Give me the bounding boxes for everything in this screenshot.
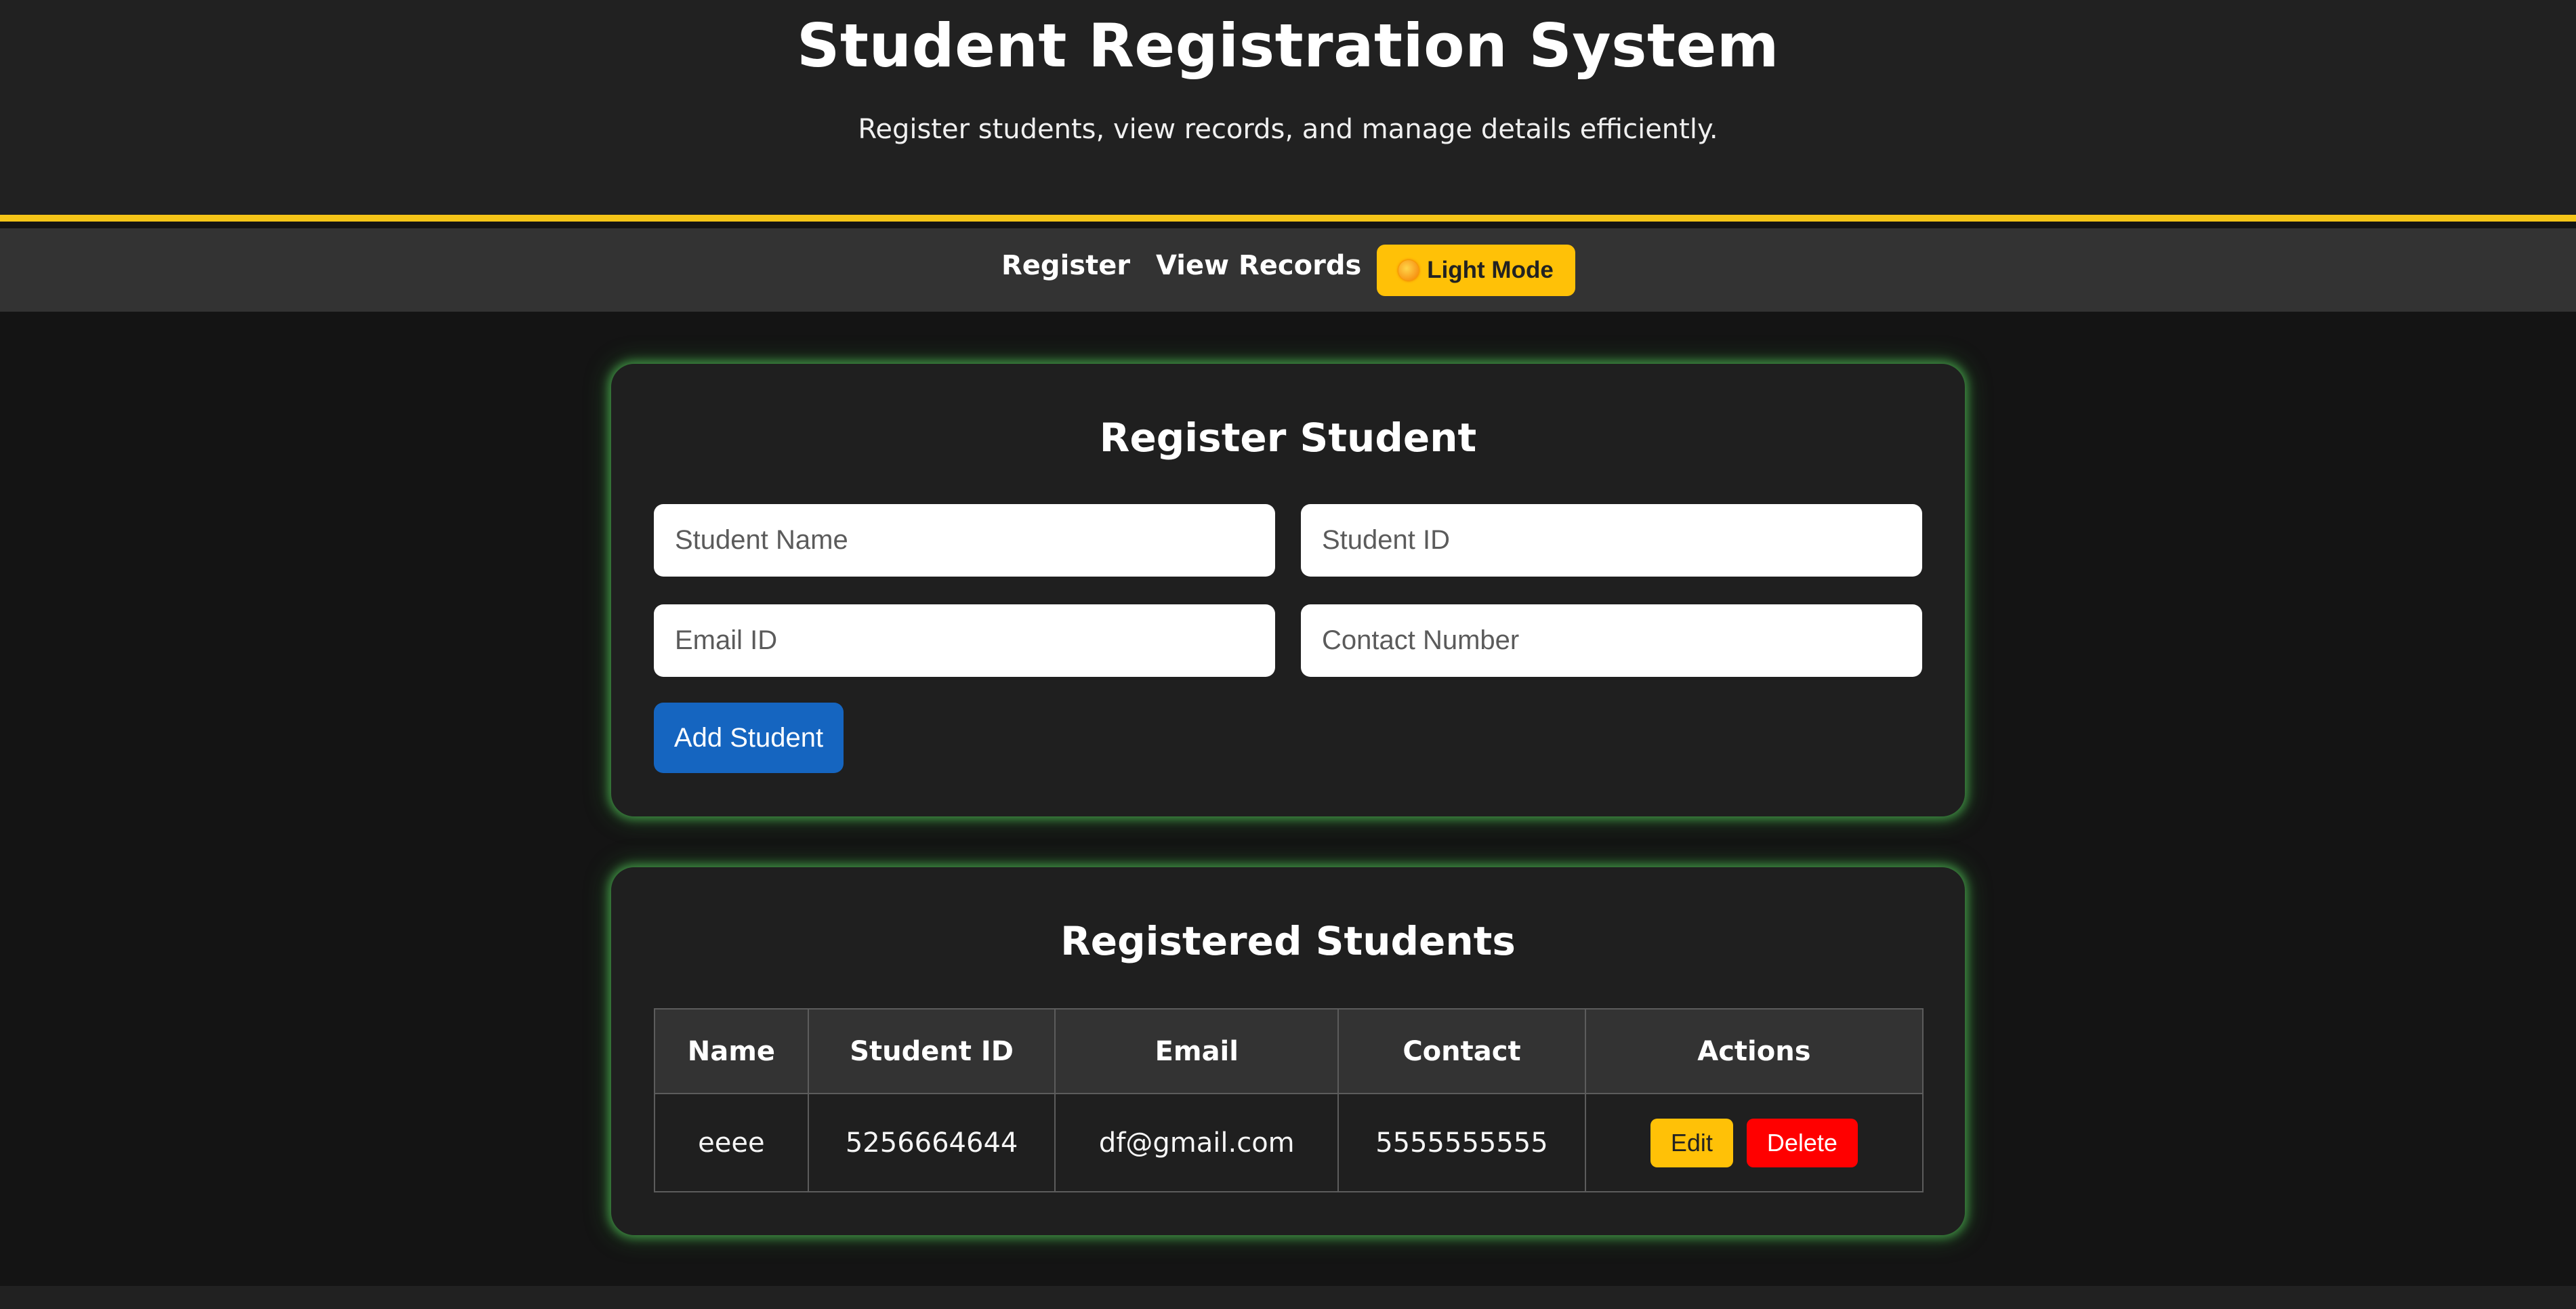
table-header-row: Name Student ID Email Contact Actions	[654, 1008, 1924, 1094]
registered-students-heading: Registered Students	[1060, 918, 1516, 964]
students-table: Name Student ID Email Contact Actions ee…	[654, 1008, 1924, 1192]
page-title: Student Registration System	[797, 11, 1779, 81]
column-header-contact: Contact	[1337, 1008, 1586, 1094]
register-student-card: Register Student Add Student	[611, 364, 1965, 816]
page: Student Registration System Register stu…	[0, 0, 2576, 1309]
cell-actions: Edit Delete	[1584, 1093, 1924, 1192]
register-student-heading: Register Student	[1099, 415, 1477, 461]
email-id-input[interactable]	[654, 604, 1275, 677]
nav-bar: Register View Records Light Mode	[0, 228, 2576, 312]
sun-icon	[1398, 260, 1419, 280]
delete-button[interactable]: Delete	[1746, 1118, 1858, 1167]
registered-students-card: Registered Students Name Student ID Emai…	[611, 867, 1965, 1235]
column-header-student-id: Student ID	[807, 1008, 1056, 1094]
page-subtitle: Register students, view records, and man…	[858, 114, 1718, 145]
student-name-input[interactable]	[654, 504, 1275, 577]
column-header-email: Email	[1054, 1008, 1339, 1094]
student-id-input[interactable]	[1301, 504, 1922, 577]
column-header-name: Name	[654, 1008, 809, 1094]
cell-contact: 5555555555	[1337, 1093, 1586, 1192]
light-mode-label: Light Mode	[1427, 257, 1554, 283]
cell-name: eeee	[654, 1093, 809, 1192]
cell-email: df@gmail.com	[1054, 1093, 1339, 1192]
add-student-button[interactable]: Add Student	[654, 703, 844, 773]
footer-strip	[0, 1286, 2576, 1309]
column-header-actions: Actions	[1584, 1008, 1924, 1094]
site-header: Student Registration System Register stu…	[0, 0, 2576, 222]
table-row: eeee 5256664644 df@gmail.com 5555555555 …	[654, 1093, 1924, 1192]
edit-button[interactable]: Edit	[1650, 1118, 1733, 1167]
cell-student-id: 5256664644	[807, 1093, 1056, 1192]
light-mode-toggle-button[interactable]: Light Mode	[1377, 245, 1575, 296]
nav-view-records-link[interactable]: View Records	[1156, 250, 1361, 281]
contact-number-input[interactable]	[1301, 604, 1922, 677]
nav-register-link[interactable]: Register	[1001, 250, 1130, 281]
